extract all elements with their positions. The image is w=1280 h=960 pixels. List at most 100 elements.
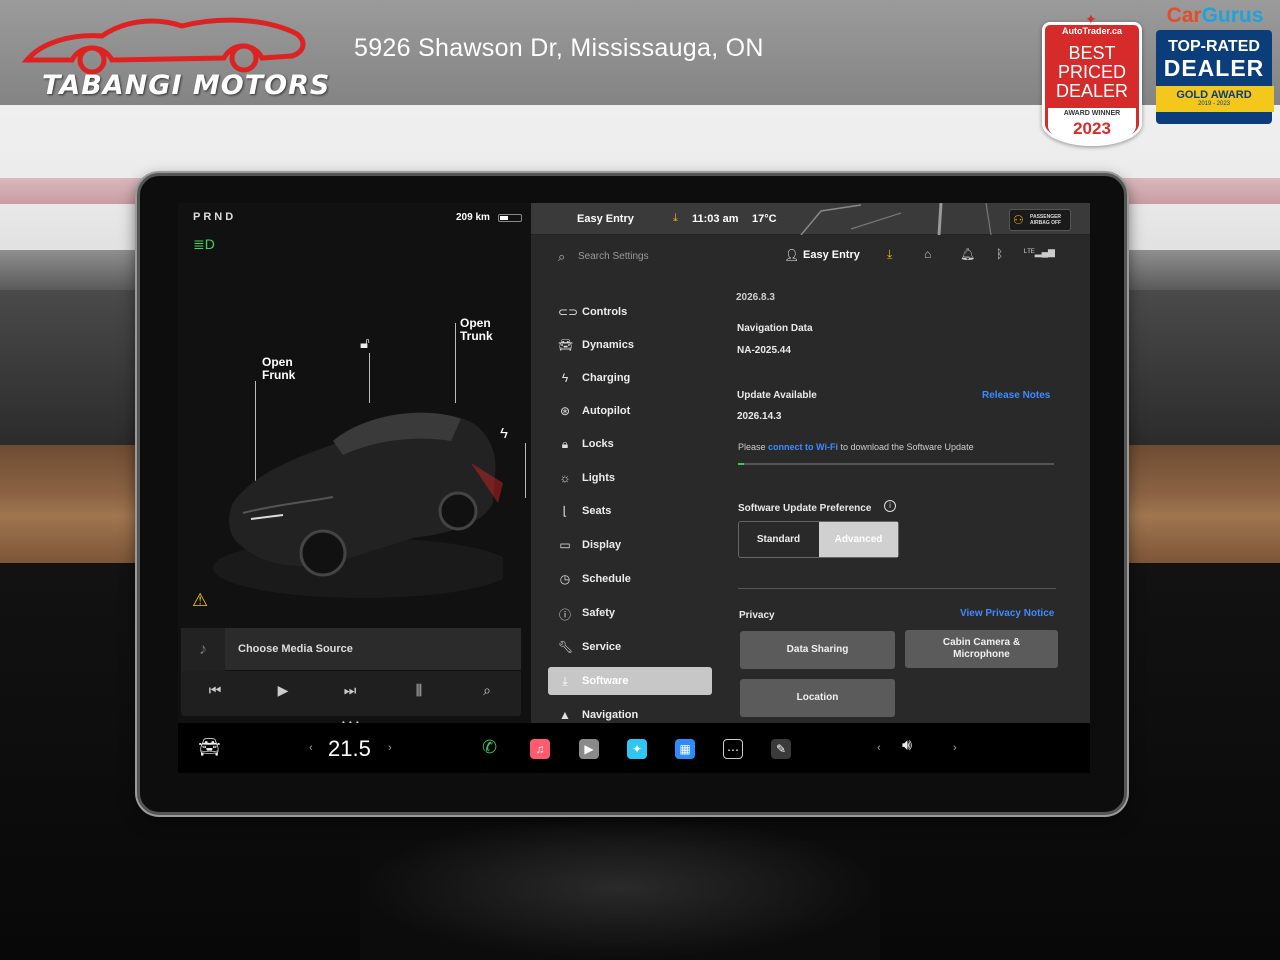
gold-ribbon: GOLD AWARD 2019 - 2023 [1156, 86, 1274, 112]
headlight-icon[interactable]: ≣D [193, 236, 215, 253]
previous-icon[interactable]: ⏮︎ [200, 682, 230, 699]
cabin-camera-button[interactable]: Cabin Camera & Microphone [905, 630, 1058, 668]
bluetooth-icon[interactable]: ᛒ [996, 247, 1003, 261]
nav-label: Software [582, 675, 629, 687]
badge-years: 2019 - 2023 [1197, 101, 1231, 107]
nav-item-locks[interactable]: 🔒︎ Locks [548, 430, 712, 458]
nav-item-software[interactable]: ⤓ Software [548, 667, 712, 695]
profile-name[interactable]: Easy Entry [803, 249, 860, 261]
notice-text: Please [738, 442, 766, 452]
airbag-icon: ⚇ [1013, 213, 1024, 227]
toybox-icon[interactable]: ✦ [627, 739, 647, 759]
nav-item-safety[interactable]: ⓘ Safety [548, 599, 712, 627]
car-icon: 🚘︎ [558, 338, 574, 352]
battery-icon [498, 214, 522, 222]
status-time: 11:03 am [692, 213, 739, 225]
nav-item-autopilot[interactable]: ⊛ Autopilot [548, 397, 712, 425]
view-privacy-notice-link[interactable]: View Privacy Notice [960, 608, 1054, 619]
wifi-notice: Please connect to Wi-Fi to download the … [738, 442, 974, 452]
media-source-label: Choose Media Source [238, 643, 353, 655]
nav-label: Schedule [582, 573, 631, 585]
search-icon[interactable]: ⌕ [472, 682, 502, 699]
profile-icon[interactable]: 👤︎ [784, 248, 799, 262]
nav-item-controls[interactable]: ⊂⊃ Controls [548, 298, 712, 326]
badge-line: DEALER [1055, 81, 1129, 101]
center-console [360, 815, 880, 960]
volume-icon[interactable]: 🔊︎ [902, 737, 912, 755]
open-frunk-button[interactable]: Open Frunk [262, 356, 295, 382]
open-trunk-button[interactable]: Open Trunk [460, 317, 493, 343]
dealer-address: 5926 Shawson Dr, Mississauga, ON [354, 34, 764, 62]
current-version: 2026.8.3 [736, 292, 775, 303]
nav-item-charging[interactable]: ϟ Charging [548, 364, 712, 392]
lte-signal-icon: ᴸᵀᴱ▂▄▆ [1024, 247, 1055, 257]
data-sharing-button[interactable]: Data Sharing [740, 631, 895, 669]
temp-down-arrow[interactable]: ‹ [309, 742, 313, 754]
airbag-label: PASSENGER AIRBAG OFF [1030, 214, 1062, 226]
status-temperature: 17°C [752, 213, 777, 225]
release-notes-link[interactable]: Release Notes [982, 390, 1050, 401]
car-render [213, 412, 503, 598]
nav-item-display[interactable]: ▭ Display [548, 531, 712, 559]
nav-item-service[interactable]: 🔧︎ Service [548, 633, 712, 661]
badge-year: 2023 [1073, 119, 1111, 138]
section-divider [738, 588, 1056, 589]
nav-item-dynamics[interactable]: 🚘︎ Dynamics [548, 331, 712, 359]
nav-data-value: NA-2025.44 [737, 345, 791, 356]
badge-award: AWARD WINNER [1063, 110, 1121, 117]
location-button[interactable]: Location [740, 679, 895, 717]
status-profile[interactable]: Easy Entry [577, 213, 634, 225]
dealer-logo: TABANGI MOTORS [21, 12, 329, 101]
gear-indicator: PRND [193, 211, 237, 223]
unlock-icon[interactable]: 🔓︎ [360, 335, 370, 352]
equalizer-icon[interactable]: ⫼ [404, 682, 434, 699]
safety-icon: ⓘ [558, 608, 571, 622]
badge-footer: AWARD WINNER 2023 [1048, 108, 1136, 144]
lightning-icon: ϟ [561, 371, 569, 385]
badge-line: PRICED [1057, 62, 1126, 82]
next-icon[interactable]: ⏭︎ [335, 682, 365, 699]
maple-leaf-icon: ✦ [1085, 11, 1097, 27]
nav-label: Display [582, 539, 622, 551]
phone-icon[interactable]: ✆ [482, 737, 497, 758]
calendar-icon[interactable]: ▦ [675, 739, 695, 759]
update-available-label: Update Available [737, 390, 817, 401]
download-icon[interactable]: ⤓ [887, 247, 892, 262]
more-apps-icon[interactable]: ⋯ [723, 739, 743, 759]
warning-triangle-icon[interactable]: ⚠ [192, 590, 208, 611]
volume-down-arrow[interactable]: ‹ [877, 742, 881, 754]
play-icon[interactable]: ▶︎ [268, 682, 298, 699]
nav-item-schedule[interactable]: ◷ Schedule [548, 565, 712, 593]
dashcam-icon[interactable]: ✎ [771, 739, 791, 759]
badge-title: BEST PRICED DEALER [1044, 44, 1140, 101]
search-icon: ⌕ [558, 249, 566, 264]
connect-wifi-link[interactable]: connect to Wi-Fi [768, 442, 838, 452]
media-source-bar[interactable]: ♪ Choose Media Source [181, 628, 521, 671]
nav-item-lights[interactable]: ☼ Lights [548, 464, 712, 492]
nav-label: Autopilot [582, 405, 631, 417]
notice-text: to download the Software Update [840, 442, 974, 452]
cargurus-brand: CarGurus [1156, 4, 1274, 28]
info-icon[interactable]: i [884, 500, 896, 512]
car-panel: PRND 209 km ≣D Open Frunk Open Trunk 🔓︎ … [178, 203, 531, 723]
search-settings-input[interactable] [578, 247, 758, 265]
music-icon[interactable]: ♫ [530, 739, 550, 759]
dealer-name: TABANGI MOTORS [42, 70, 331, 101]
update-version: 2026.14.3 [737, 411, 782, 422]
badge-line: DEALER [1163, 55, 1265, 81]
update-preference-toggle: Standard Advanced [738, 521, 899, 558]
nav-label: Seats [582, 505, 612, 517]
media-player-icon[interactable]: ▶ [579, 739, 599, 759]
download-icon: ⤓ [562, 674, 568, 688]
badge-award: GOLD AWARD [1176, 89, 1252, 101]
lock-icon: 🔒︎ [561, 437, 569, 451]
preference-advanced-button[interactable]: Advanced [819, 522, 898, 557]
car-icon[interactable]: 🚘︎ [198, 737, 221, 758]
preference-standard-button[interactable]: Standard [739, 522, 818, 557]
volume-up-arrow[interactable]: › [953, 742, 957, 754]
bell-icon[interactable]: 🔔︎ [960, 247, 975, 261]
navigation-icon: ▲ [559, 708, 571, 722]
home-icon[interactable]: ⌂ [924, 247, 931, 261]
nav-item-seats[interactable]: ⌊ Seats [548, 497, 712, 525]
temp-up-arrow[interactable]: › [388, 742, 392, 754]
